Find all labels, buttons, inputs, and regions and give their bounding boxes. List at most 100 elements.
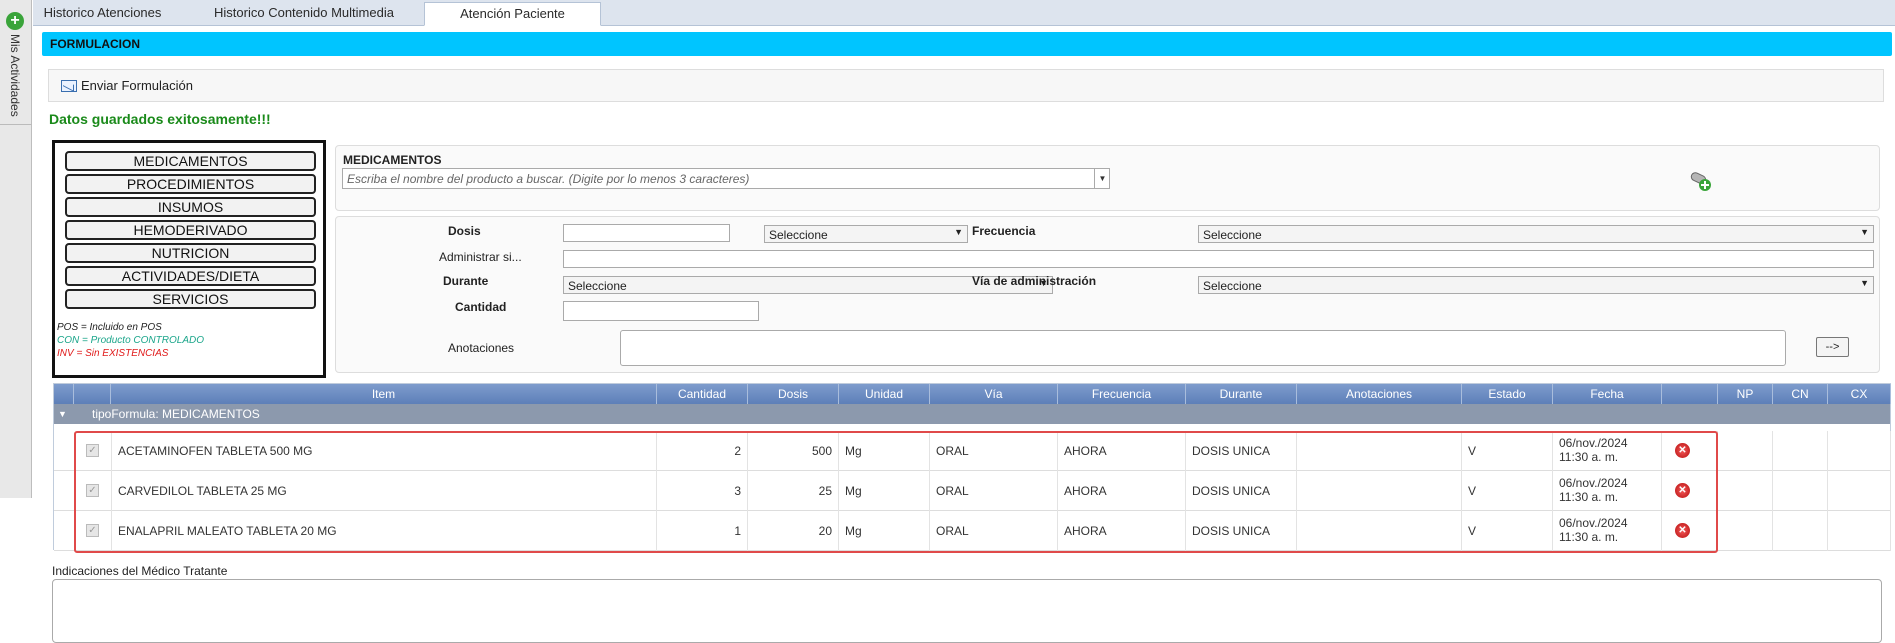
indicaciones-label: Indicaciones del Médico Tratante <box>52 564 228 578</box>
dosis-unit-select[interactable]: Seleccione ▼ <box>764 225 968 243</box>
row-checkbox[interactable]: ✓ <box>86 524 99 537</box>
cell-cx <box>1828 511 1891 551</box>
cell-frecuencia: AHORA <box>1058 471 1186 511</box>
send-formulation-button[interactable]: Enviar Formulación <box>61 78 193 93</box>
delete-icon[interactable]: ✕ <box>1675 523 1690 538</box>
via-select[interactable]: Seleccione ▼ <box>1198 276 1874 294</box>
cantidad-input[interactable] <box>563 301 759 321</box>
category-hemoderivado-button[interactable]: HEMODERIVADO <box>65 220 316 240</box>
indicaciones-textarea[interactable] <box>52 579 1882 643</box>
header-cx[interactable]: CX <box>1828 384 1891 404</box>
medication-search-title: MEDICAMENTOS <box>343 153 442 167</box>
header-item[interactable]: Item <box>111 384 657 404</box>
cell-cx <box>1828 431 1891 471</box>
pill-add-icon[interactable] <box>1689 169 1713 193</box>
table-row[interactable]: ✓ ENALAPRIL MALEATO TABLETA 20 MG 1 20 M… <box>54 511 1891 551</box>
cell-fecha-date: 06/nov./2024 <box>1559 436 1628 450</box>
header-cn[interactable]: CN <box>1773 384 1828 404</box>
dosis-input[interactable] <box>563 224 730 242</box>
cell-estado: V <box>1462 431 1553 471</box>
cell-fecha-date: 06/nov./2024 <box>1559 476 1628 490</box>
dosis-unit-value: Seleccione <box>769 228 828 242</box>
cell-estado: V <box>1462 471 1553 511</box>
tab-historico-atenciones[interactable]: Historico Atenciones <box>35 2 170 26</box>
frecuencia-label: Frecuencia <box>972 224 1036 238</box>
row-checkbox[interactable]: ✓ <box>86 484 99 497</box>
chevron-down-icon: ▼ <box>1860 227 1869 237</box>
via-label: Vía de administración <box>972 274 1097 288</box>
cell-item: ACETAMINOFEN TABLETA 500 MG <box>111 431 657 471</box>
group-row[interactable]: ▼ tipoFormula: MEDICAMENTOS <box>54 404 1890 424</box>
administrar-input[interactable] <box>563 250 1874 268</box>
table-row[interactable]: ✓ CARVEDILOL TABLETA 25 MG 3 25 Mg ORAL … <box>54 471 1891 511</box>
cell-dosis: 20 <box>748 511 839 551</box>
cell-item: ENALAPRIL MALEATO TABLETA 20 MG <box>111 511 657 551</box>
table-row[interactable]: ✓ ACETAMINOFEN TABLETA 500 MG 2 500 Mg O… <box>54 431 1891 471</box>
sidebar-label[interactable]: Mis Actividades <box>8 34 22 117</box>
cell-anotaciones <box>1297 431 1462 471</box>
cell-durante: DOSIS UNICA <box>1186 511 1297 551</box>
category-servicios-button[interactable]: SERVICIOS <box>65 289 316 309</box>
header-cantidad[interactable]: Cantidad <box>657 384 748 404</box>
cell-cantidad: 3 <box>657 471 748 511</box>
cell-fecha: 06/nov./2024 11:30 a. m. <box>1553 431 1662 471</box>
chevron-down-icon: ▼ <box>954 227 963 237</box>
cell-unidad: Mg <box>839 471 930 511</box>
chevron-down-icon: ▼ <box>1860 278 1869 288</box>
delete-icon[interactable]: ✕ <box>1675 443 1690 458</box>
header-frecuencia[interactable]: Frecuencia <box>1058 384 1186 404</box>
cell-fecha-date: 06/nov./2024 <box>1559 516 1628 530</box>
cell-durante: DOSIS UNICA <box>1186 431 1297 471</box>
header-delete <box>1662 384 1718 404</box>
cell-cn <box>1773 471 1828 511</box>
plus-circle-icon[interactable]: + <box>6 12 24 30</box>
tab-bar: Historico Atenciones Historico Contenido… <box>33 0 1895 26</box>
category-insumos-button[interactable]: INSUMOS <box>65 197 316 217</box>
frecuencia-value: Seleccione <box>1203 228 1262 242</box>
cell-via: ORAL <box>930 431 1058 471</box>
dosis-label: Dosis <box>448 224 481 238</box>
legend-pos: POS = Incluido en POS <box>57 322 162 333</box>
cell-np <box>1718 471 1773 511</box>
activities-sidebar[interactable]: + Mis Actividades <box>0 0 32 498</box>
header-estado[interactable]: Estado <box>1462 384 1553 404</box>
group-label: tipoFormula: MEDICAMENTOS <box>92 407 260 421</box>
header-anotaciones[interactable]: Anotaciones <box>1297 384 1462 404</box>
legend-inv: INV = Sin EXISTENCIAS <box>57 348 169 359</box>
cell-fecha: 06/nov./2024 11:30 a. m. <box>1553 471 1662 511</box>
row-checkbox[interactable]: ✓ <box>86 444 99 457</box>
header-fecha[interactable]: Fecha <box>1553 384 1662 404</box>
delete-icon[interactable]: ✕ <box>1675 483 1690 498</box>
tab-atencion-paciente[interactable]: Atención Paciente <box>424 2 601 26</box>
chevron-down-icon[interactable]: ▼ <box>1094 169 1110 188</box>
tab-historico-multimedia[interactable]: Historico Contenido Multimedia <box>193 2 415 26</box>
cell-fecha-time: 11:30 a. m. <box>1559 490 1619 504</box>
header-expand <box>54 384 74 404</box>
anotaciones-input[interactable] <box>620 330 1786 366</box>
cell-frecuencia: AHORA <box>1058 431 1186 471</box>
collapse-triangle-icon[interactable]: ▼ <box>58 404 67 424</box>
cell-fecha-time: 11:30 a. m. <box>1559 530 1619 544</box>
header-np[interactable]: NP <box>1718 384 1773 404</box>
category-medicamentos-button[interactable]: MEDICAMENTOS <box>65 151 316 171</box>
header-check <box>74 384 111 404</box>
cell-anotaciones <box>1297 471 1462 511</box>
cell-delete: ✕ <box>1662 471 1718 511</box>
section-banner: FORMULACION <box>42 32 1892 56</box>
cell-np <box>1718 431 1773 471</box>
category-actividades-dieta-button[interactable]: ACTIVIDADES/DIETA <box>65 266 316 286</box>
dose-form-panel: Dosis Seleccione ▼ Frecuencia Seleccione… <box>335 216 1880 373</box>
header-unidad[interactable]: Unidad <box>839 384 930 404</box>
header-dosis[interactable]: Dosis <box>748 384 839 404</box>
product-search-input[interactable]: Escriba el nombre del producto a buscar.… <box>342 168 1110 189</box>
frecuencia-select[interactable]: Seleccione ▼ <box>1198 225 1874 243</box>
status-message: Datos guardados exitosamente!!! <box>49 111 271 127</box>
category-procedimientos-button[interactable]: PROCEDIMIENTOS <box>65 174 316 194</box>
add-item-button[interactable]: --> <box>1816 337 1849 357</box>
category-nutricion-button[interactable]: NUTRICION <box>65 243 316 263</box>
header-via[interactable]: Vía <box>930 384 1058 404</box>
mail-send-icon <box>61 79 77 92</box>
cell-dosis: 25 <box>748 471 839 511</box>
grid-header: Item Cantidad Dosis Unidad Vía Frecuenci… <box>54 384 1891 404</box>
header-durante[interactable]: Durante <box>1186 384 1297 404</box>
